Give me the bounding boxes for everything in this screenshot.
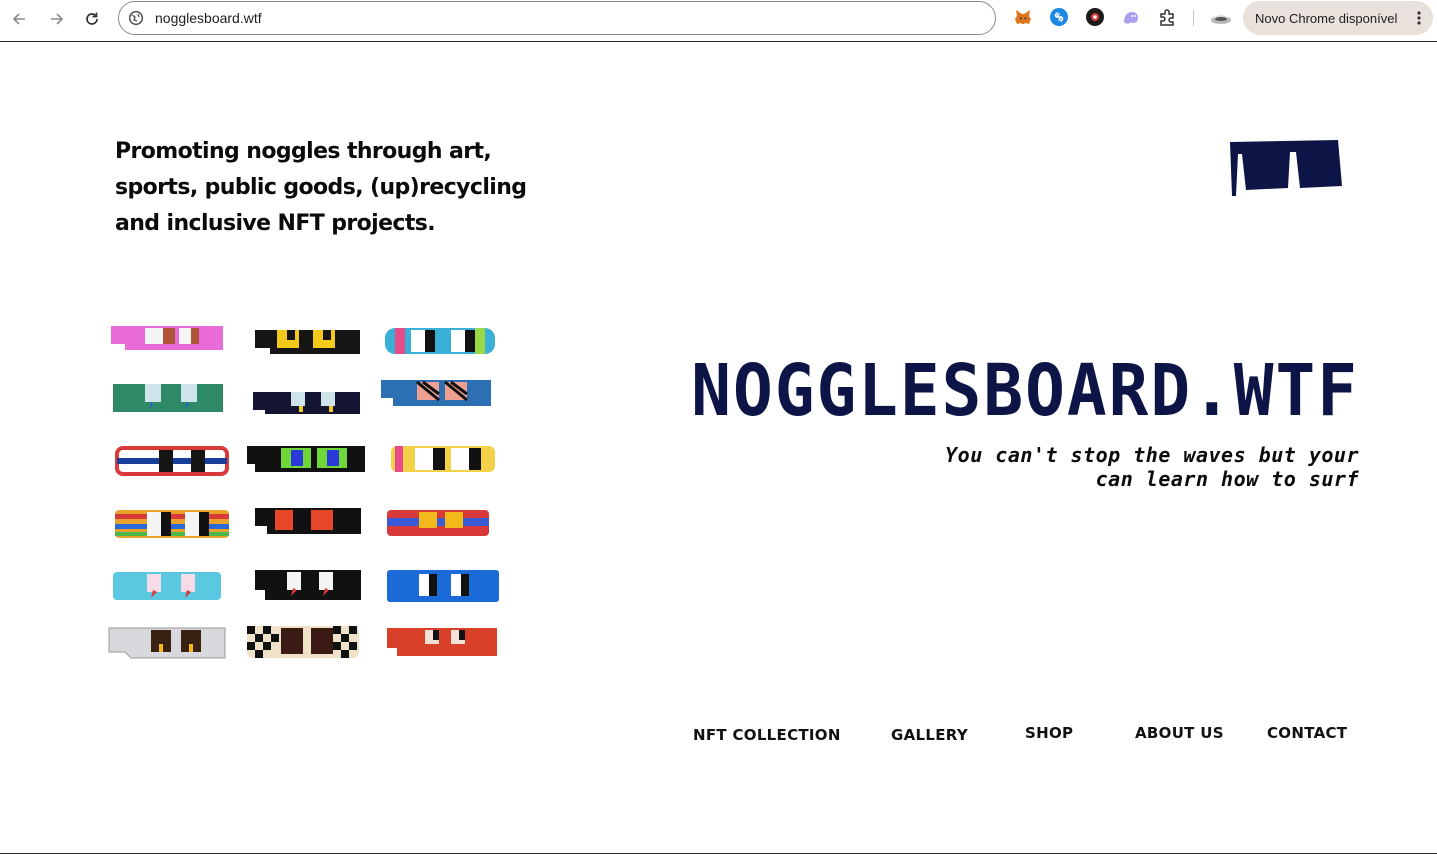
noggles-logo-icon[interactable]: [1228, 140, 1344, 198]
toolbar-separator: [1193, 10, 1194, 26]
motto-line-1: You can't stop the waves but your: [945, 443, 1359, 467]
board-black-white: [255, 570, 361, 600]
shazam-icon[interactable]: [1050, 8, 1068, 26]
board-royal-blue: [387, 570, 499, 602]
board-light-blue: [113, 572, 221, 600]
board-rainbow: [385, 328, 495, 354]
update-label: Novo Chrome disponível: [1255, 10, 1398, 26]
back-icon[interactable]: [9, 8, 31, 30]
board-yellow-rainbow: [391, 446, 495, 472]
board-black-green: [247, 446, 365, 472]
kebab-menu-icon[interactable]: [1417, 10, 1421, 29]
page-tagline: Promoting noggles through art, sports, p…: [115, 139, 527, 236]
nav-gallery[interactable]: GALLERY: [891, 726, 968, 744]
board-blue-striped: [381, 380, 491, 406]
nogglesboards-collage-image: [108, 326, 499, 659]
motto-line-2: can learn how to surf: [1095, 467, 1359, 491]
board-green: [113, 384, 223, 412]
board-pink: [111, 326, 223, 350]
board-dark-navy: [253, 392, 360, 414]
site-info-icon[interactable]: [128, 10, 144, 26]
nav-nft-collection[interactable]: NFT COLLECTION: [693, 726, 841, 744]
nav-shop[interactable]: SHOP: [1025, 724, 1073, 742]
site-title: NOGGLESBOARD.WTF: [691, 348, 1359, 433]
browser-toolbar: nogglesboard.wtf Novo Chrome disponível: [0, 0, 1437, 42]
wallet-icon[interactable]: [1086, 8, 1104, 26]
board-red-white-blue: [115, 446, 229, 476]
reload-icon[interactable]: [81, 8, 103, 30]
nav-contact[interactable]: CONTACT: [1267, 724, 1347, 742]
board-red-blue-yellow: [387, 510, 489, 536]
board-red: [387, 628, 497, 656]
address-bar[interactable]: nogglesboard.wtf: [118, 1, 996, 35]
url-text: nogglesboard.wtf: [155, 10, 262, 26]
board-black-yellow: [255, 330, 360, 354]
board-rainbow-flag: [115, 510, 229, 538]
chrome-update-button[interactable]: Novo Chrome disponível: [1243, 1, 1433, 35]
forward-icon[interactable]: [45, 8, 67, 30]
site-motto: You can't stop the waves but your can le…: [939, 443, 1359, 491]
board-checkered: [247, 626, 359, 658]
board-grey: [108, 627, 226, 659]
board-black-red: [255, 508, 361, 534]
nav-about-us[interactable]: ABOUT US: [1135, 724, 1224, 742]
ghost-icon[interactable]: [1122, 8, 1140, 26]
puzzle-icon[interactable]: [1158, 8, 1176, 26]
profile-avatar-icon[interactable]: [1210, 10, 1232, 26]
metamask-icon[interactable]: [1014, 8, 1032, 26]
